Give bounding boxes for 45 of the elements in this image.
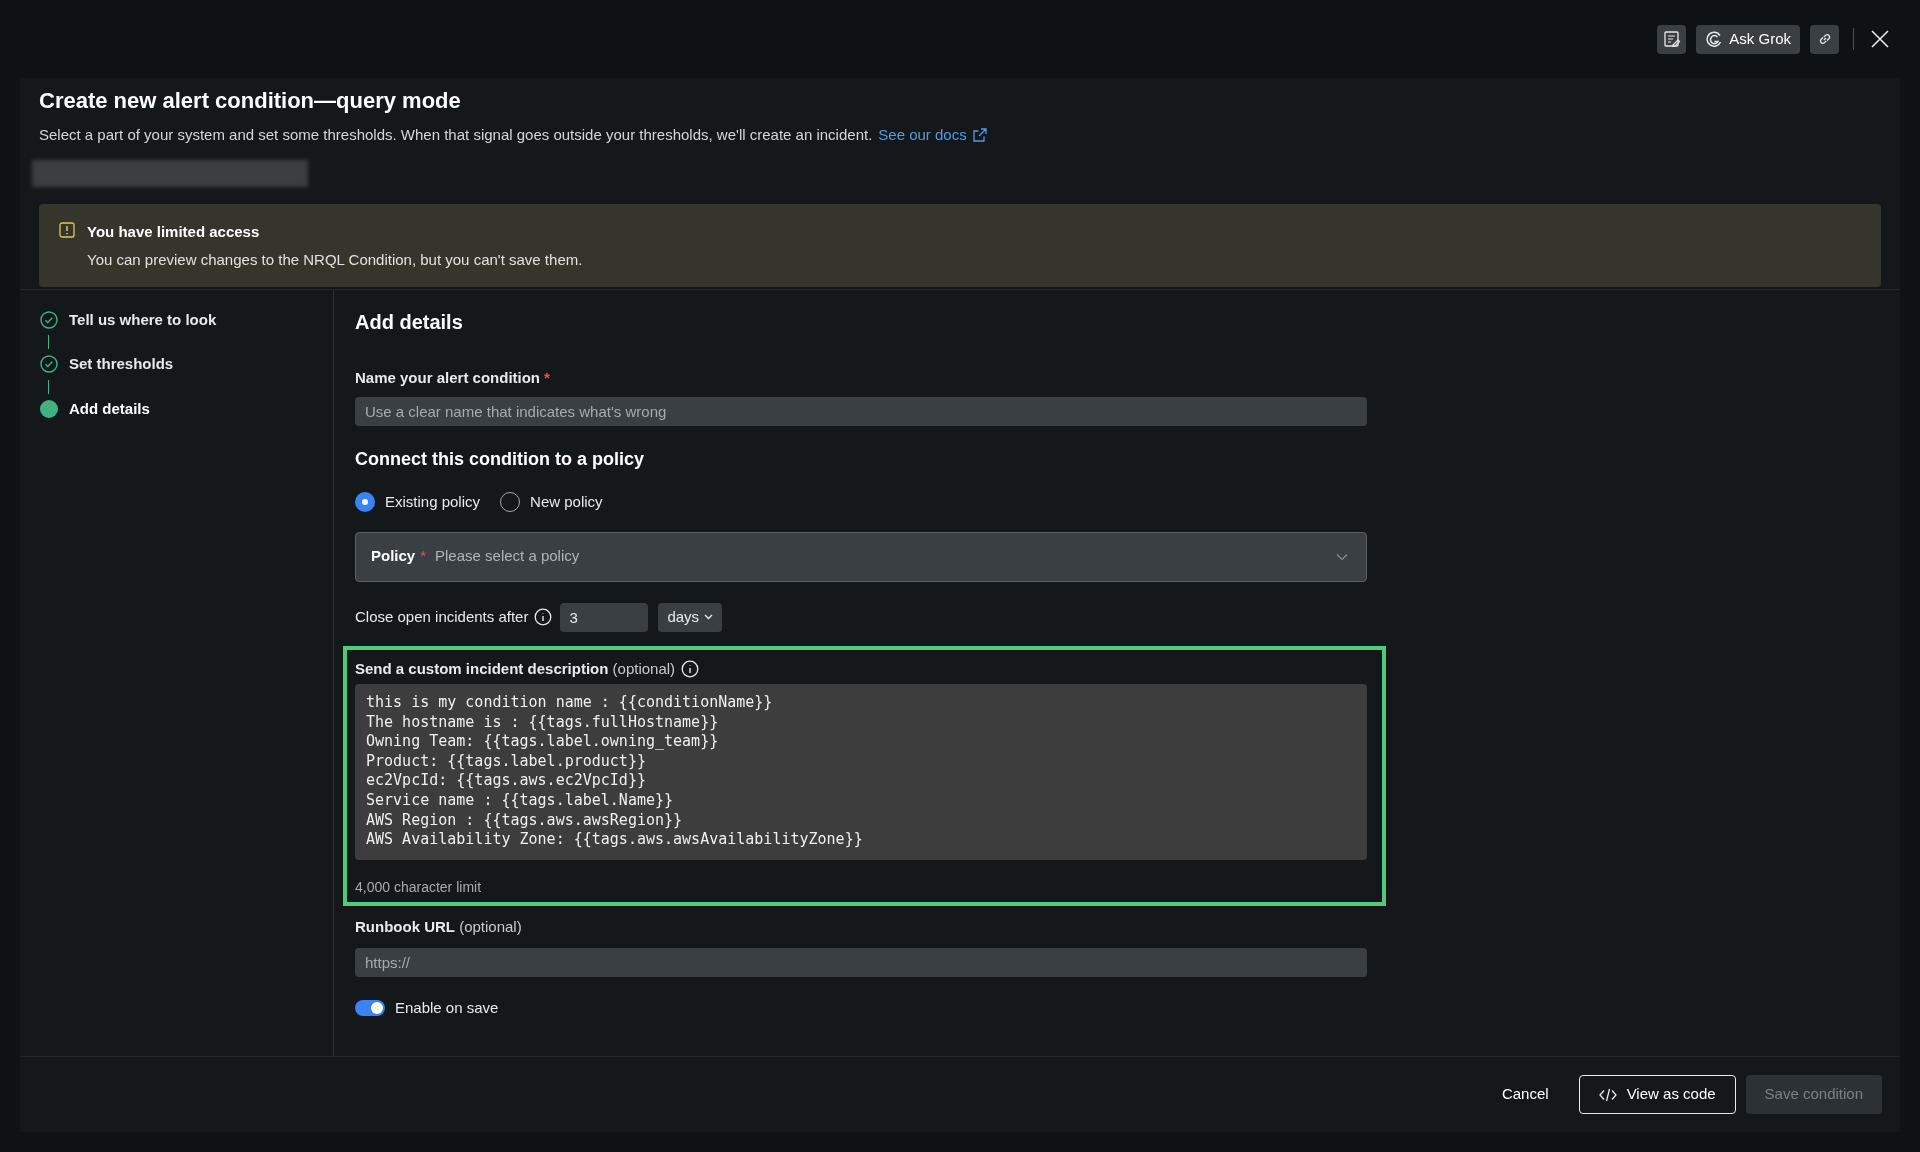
docs-link[interactable]: See our docs xyxy=(878,124,987,147)
dialog-title: Create new alert condition—query mode xyxy=(39,87,462,115)
external-link-icon xyxy=(972,128,987,143)
step-label[interactable]: Add details xyxy=(69,397,150,420)
check-circle-icon xyxy=(40,310,58,329)
section-heading: Add details xyxy=(355,309,464,335)
code-icon xyxy=(1598,1087,1617,1102)
name-input[interactable]: Use a clear name that indicates what's wrong xyxy=(355,397,1367,426)
field-label: Close open incidents after xyxy=(355,606,529,627)
cancel-button[interactable]: Cancel xyxy=(1489,1075,1561,1114)
unit-dropdown[interactable]: days xyxy=(658,602,723,632)
banner-title: You have limited access xyxy=(87,221,261,242)
dialog-description: Select a part of your system and set some thresholds. When that signal goes outside your thresholds, we'll create an incident. xyxy=(39,125,873,145)
notes-button[interactable] xyxy=(1657,24,1687,54)
step-label[interactable]: Tell us where to look xyxy=(69,308,217,331)
radio-label[interactable]: New policy xyxy=(530,491,603,514)
url-input[interactable]: https:// xyxy=(355,947,1367,977)
number-input[interactable]: 3 xyxy=(560,602,649,632)
required-mark: * xyxy=(544,367,550,388)
radio-button[interactable] xyxy=(355,492,375,513)
chevron-down-icon xyxy=(1336,552,1348,561)
description-textarea[interactable]: this is my condition name : {{conditionName}} The hostname is : {{tags.fullHostname}} Owning Team: {{tags.label.owning_team}} Product: {{tags.label.product}} ec2VpcId: {{tags.aws.ec2VpcId}} Service name : {{tags.label.Name}} AWS Region : {{tags.aws.awsRegion}} AWS Availability Zone: {{tags.aws.awsAvailabilityZone}} xyxy=(355,684,1367,860)
field-label: Send a custom incident description (optional) xyxy=(355,658,676,679)
radio-label[interactable]: Existing policy xyxy=(385,491,481,514)
field-label: Runbook URL (optional) xyxy=(355,917,523,937)
warning-icon xyxy=(59,221,75,238)
view-as-code-button[interactable]: View as code xyxy=(1578,1075,1736,1114)
close-icon xyxy=(1870,29,1890,49)
current-step-icon xyxy=(40,399,58,418)
policy-select[interactable]: Policy * Please select a policy xyxy=(355,531,1367,582)
section-heading: Connect this condition to a policy xyxy=(355,448,645,471)
ask-grok-button[interactable]: Ask Grok xyxy=(1696,24,1800,54)
chevron-down-icon xyxy=(704,614,714,620)
check-circle-icon xyxy=(40,355,58,374)
spiral-logo-icon xyxy=(1705,30,1724,48)
info-icon[interactable] xyxy=(681,659,700,678)
info-icon[interactable] xyxy=(534,608,553,626)
link-button[interactable] xyxy=(1810,24,1839,54)
note-edit-icon xyxy=(1662,30,1681,48)
banner-message: You can preview changes to the NRQL Condition, but you can't save them. xyxy=(87,250,583,270)
toggle-label: Enable on save xyxy=(395,997,499,1018)
toggle-switch[interactable] xyxy=(355,999,385,1016)
step-label[interactable]: Set thresholds xyxy=(69,353,174,376)
character-limit: 4,000 character limit xyxy=(355,878,483,897)
field-label: Name your alert condition xyxy=(355,367,541,388)
